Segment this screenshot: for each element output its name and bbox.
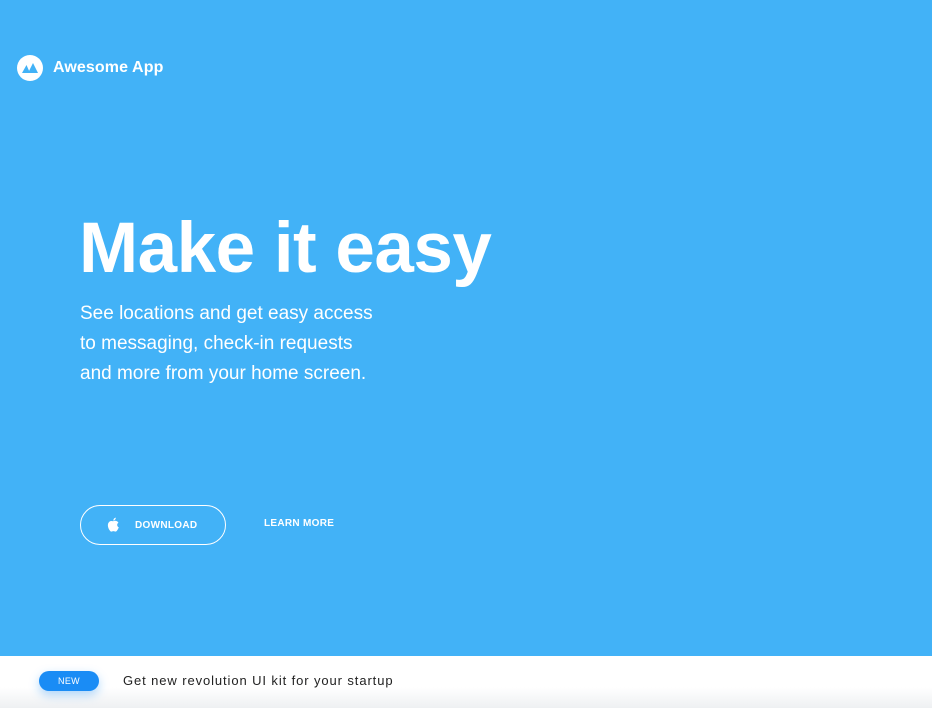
hero-subtitle-line: See locations and get easy access <box>80 303 373 324</box>
learn-more-link[interactable]: LEARN MORE <box>264 518 334 529</box>
mountain-icon <box>17 55 43 81</box>
hero-section: Awesome App Make it easy See locations a… <box>0 0 932 656</box>
hero-subtitle: See locations and get easy access to mes… <box>80 299 460 389</box>
new-badge: NEW <box>39 671 99 691</box>
hero-headline: Make it easy <box>79 209 492 288</box>
promo-bar: NEW Get new revolution UI kit for your s… <box>0 656 932 708</box>
apple-icon <box>106 517 120 533</box>
promo-link[interactable]: Get new revolution UI kit for your start… <box>123 673 393 688</box>
hero-subtitle-line: and more from your home screen. <box>80 363 367 384</box>
brand[interactable]: Awesome App <box>17 55 163 81</box>
download-button[interactable]: DOWNLOAD <box>80 505 226 545</box>
hero-subtitle-line: to messaging, check-in requests <box>80 333 353 354</box>
download-label: DOWNLOAD <box>135 519 198 531</box>
brand-name: Awesome App <box>53 59 164 76</box>
